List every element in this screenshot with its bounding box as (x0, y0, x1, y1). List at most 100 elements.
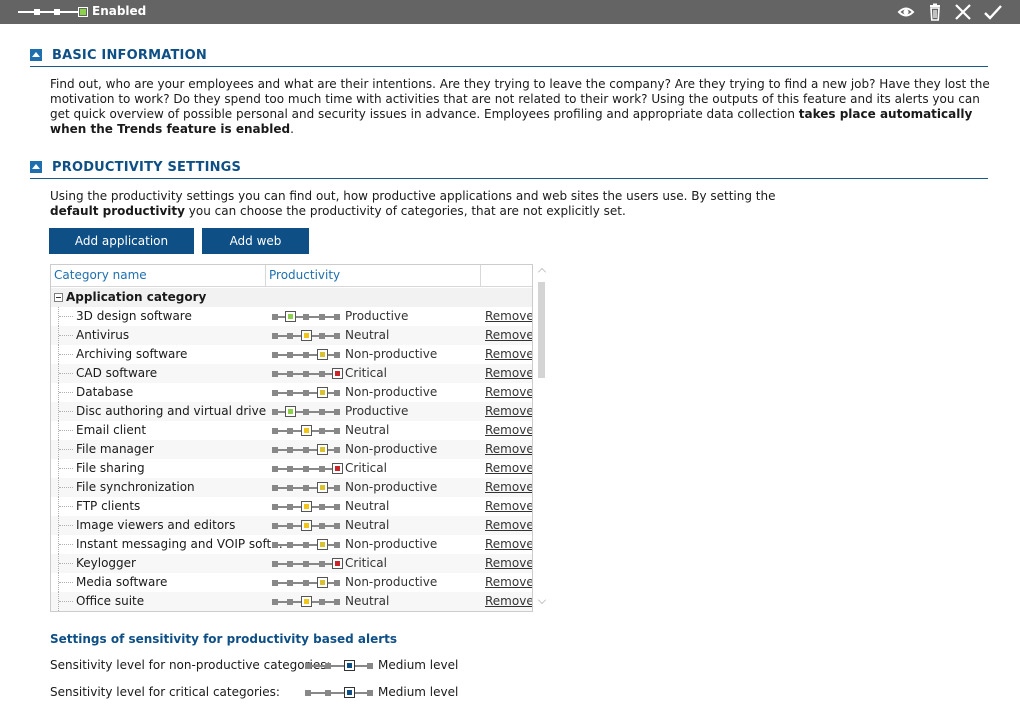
category-name: Instant messaging and VOIP soft... (76, 537, 283, 551)
sensitivity-non-productive-slider[interactable] (305, 660, 373, 671)
category-name: File sharing (76, 461, 145, 475)
slider-stop (334, 485, 340, 491)
table-row[interactable]: Antivirus Neutral Remove (51, 326, 532, 345)
toggle-knob[interactable] (78, 7, 88, 17)
add-application-category-button[interactable]: Add application category (49, 228, 194, 274)
check-icon[interactable] (983, 2, 1003, 22)
remove-link[interactable]: Remove (485, 594, 532, 608)
slider-knob[interactable] (317, 387, 328, 398)
collapse-icon[interactable] (54, 293, 63, 302)
slider-knob[interactable] (317, 444, 328, 455)
scroll-up-icon[interactable] (538, 268, 546, 276)
table-row[interactable]: Office suite Neutral Remove (51, 592, 532, 611)
slider-knob[interactable] (285, 311, 296, 322)
slider-knob[interactable] (332, 463, 343, 474)
slider-knob[interactable] (301, 330, 312, 341)
sensitivity-critical-slider[interactable] (305, 687, 373, 698)
slider-stop (287, 352, 293, 358)
enabled-toggle[interactable] (18, 5, 90, 19)
slider-knob[interactable] (317, 482, 328, 493)
slider-knob[interactable] (317, 577, 328, 588)
slider-knob[interactable] (344, 660, 355, 671)
productivity-settings-header[interactable]: PRODUCTIVITY SETTINGS (30, 159, 988, 179)
tree-branch (59, 525, 73, 526)
productivity-slider[interactable] (272, 368, 343, 379)
eye-icon[interactable] (896, 2, 916, 22)
slider-knob[interactable] (332, 368, 343, 379)
slider-stop (287, 371, 293, 377)
slider-knob[interactable] (285, 406, 296, 417)
productivity-slider[interactable] (272, 311, 340, 322)
productivity-slider[interactable] (272, 501, 340, 512)
table-row[interactable]: Email client Neutral Remove (51, 421, 532, 440)
scroll-down-icon[interactable] (538, 596, 546, 604)
add-web-category-button[interactable]: Add web category (202, 228, 309, 274)
column-header-productivity[interactable]: Productivity (266, 265, 481, 287)
productivity-slider[interactable] (272, 558, 343, 569)
collapse-icon[interactable] (30, 49, 42, 61)
table-scrollbar[interactable] (536, 266, 548, 612)
productivity-slider[interactable] (272, 425, 340, 436)
productivity-slider[interactable] (272, 482, 340, 493)
remove-link[interactable]: Remove (485, 461, 532, 475)
tree-branch (59, 430, 73, 431)
remove-link[interactable]: Remove (485, 328, 532, 342)
table-row[interactable]: Media software Non-productive Remove (51, 573, 532, 592)
remove-link[interactable]: Remove (485, 423, 532, 437)
slider-stop (287, 599, 293, 605)
table-row[interactable]: Keylogger Critical Remove (51, 554, 532, 573)
collapse-icon[interactable] (30, 161, 42, 173)
table-row[interactable]: CAD software Critical Remove (51, 364, 532, 383)
slider-knob[interactable] (344, 687, 355, 698)
productivity-slider[interactable] (272, 577, 340, 588)
remove-link[interactable]: Remove (485, 347, 532, 361)
remove-link[interactable]: Remove (485, 556, 532, 570)
slider-knob[interactable] (301, 425, 312, 436)
productivity-slider[interactable] (272, 349, 340, 360)
scrollbar-thumb[interactable] (538, 282, 545, 378)
slider-knob[interactable] (301, 596, 312, 607)
productivity-slider[interactable] (272, 596, 340, 607)
slider-knob[interactable] (332, 558, 343, 569)
slider-knob[interactable] (301, 520, 312, 531)
close-icon[interactable] (953, 2, 973, 22)
remove-link[interactable]: Remove (485, 442, 532, 456)
remove-link[interactable]: Remove (485, 480, 532, 494)
slider-knob[interactable] (317, 539, 328, 550)
productivity-slider[interactable] (272, 406, 340, 417)
remove-link[interactable]: Remove (485, 309, 532, 323)
table-row[interactable]: File manager Non-productive Remove (51, 440, 532, 459)
productivity-slider[interactable] (272, 463, 343, 474)
productivity-slider[interactable] (272, 539, 340, 550)
remove-link[interactable]: Remove (485, 385, 532, 399)
table-row[interactable]: Instant messaging and VOIP soft... Non-pr… (51, 535, 532, 554)
table-row[interactable]: Image viewers and editors Neutral Remove (51, 516, 532, 535)
basic-info-header[interactable]: BASIC INFORMATION (30, 47, 988, 67)
table-row[interactable]: FTP clients Neutral Remove (51, 497, 532, 516)
remove-link[interactable]: Remove (485, 366, 532, 380)
slider-stop (334, 352, 340, 358)
slider-knob[interactable] (301, 501, 312, 512)
trash-icon[interactable] (925, 2, 945, 22)
table-row[interactable]: Disc authoring and virtual drive Producti… (51, 402, 532, 421)
remove-link[interactable]: Remove (485, 537, 532, 551)
remove-link[interactable]: Remove (485, 499, 532, 513)
productivity-slider[interactable] (272, 330, 340, 341)
tree-branch (59, 373, 73, 374)
table-row[interactable]: Database Non-productive Remove (51, 383, 532, 402)
table-row[interactable]: File sharing Critical Remove (51, 459, 532, 478)
remove-link[interactable]: Remove (485, 575, 532, 589)
table-row[interactable]: File synchronization Non-productive Remove (51, 478, 532, 497)
productivity-slider[interactable] (272, 520, 340, 531)
productivity-label: Critical (345, 366, 387, 380)
table-row[interactable]: Archiving software Non-productive Remove (51, 345, 532, 364)
productivity-slider[interactable] (272, 387, 340, 398)
slider-knob[interactable] (317, 349, 328, 360)
group-row[interactable]: Application category (51, 288, 532, 307)
slider-stop (303, 352, 309, 358)
productivity-slider[interactable] (272, 444, 340, 455)
remove-link[interactable]: Remove (485, 404, 532, 418)
table-row[interactable]: 3D design software Productive Remove (51, 307, 532, 326)
column-header-category-name[interactable]: Category name (51, 265, 266, 287)
remove-link[interactable]: Remove (485, 518, 532, 532)
